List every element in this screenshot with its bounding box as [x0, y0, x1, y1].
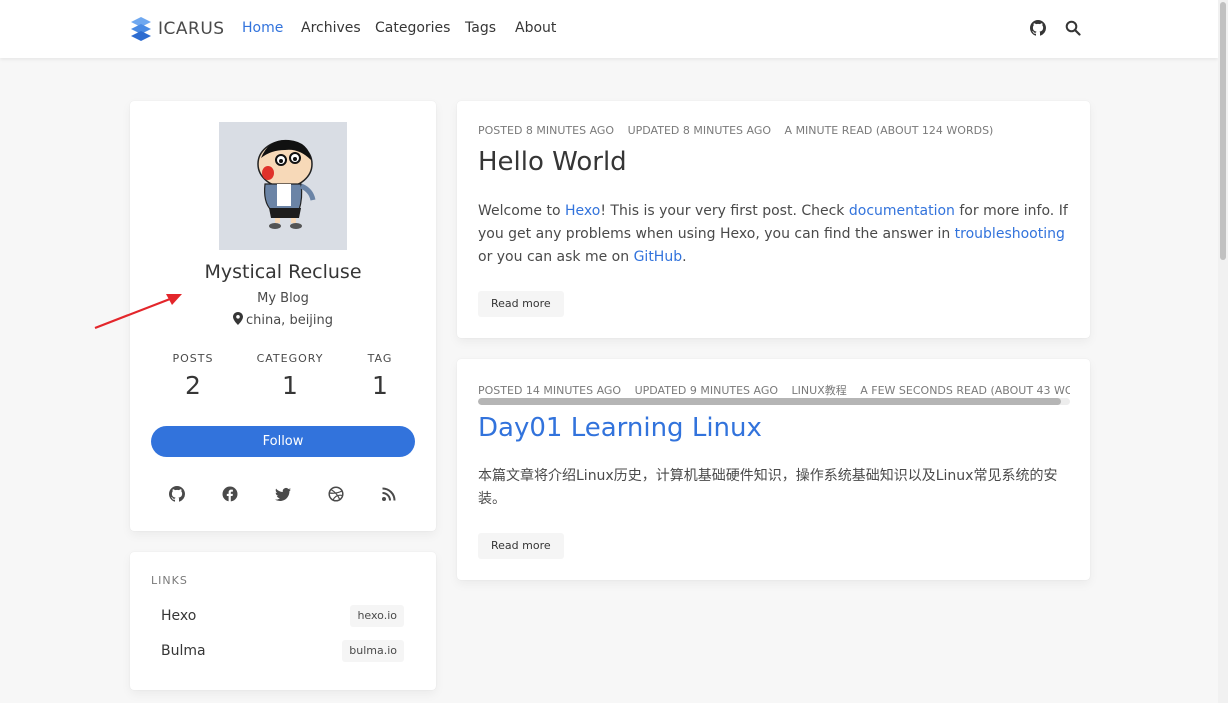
rss-icon[interactable]	[381, 486, 397, 502]
github-icon[interactable]	[1030, 20, 1046, 36]
stat-value: 1	[282, 371, 298, 400]
link-bulma[interactable]: Bulma	[161, 643, 206, 659]
annotation-arrow-icon	[94, 294, 182, 330]
profile-name: Mystical Recluse	[204, 261, 362, 283]
links-card: LINKS Hexo hexo.io Bulma bulma.io	[130, 552, 436, 690]
logo-icon	[131, 17, 151, 41]
post-title[interactable]: Day01 Learning Linux	[478, 413, 762, 443]
scrollbar-thumb[interactable]	[1220, 2, 1226, 260]
stat-label: TAG	[367, 352, 393, 365]
post-title[interactable]: Hello World	[478, 147, 627, 177]
meta-updated: UPDATED 9 MINUTES AGO	[634, 384, 779, 397]
location-text: china, beijing	[245, 313, 334, 328]
twitter-icon[interactable]	[275, 486, 291, 502]
meta-category[interactable]: LINUX教程	[792, 384, 847, 397]
links-title: LINKS	[151, 574, 188, 587]
excerpt-text: or you can ask me on	[478, 249, 634, 265]
excerpt-text: .	[682, 249, 687, 265]
stat-value: 1	[372, 371, 388, 400]
nav-about[interactable]: About	[515, 20, 556, 36]
reading-progress-fill	[478, 398, 1062, 405]
read-more-button[interactable]: Read more	[478, 291, 564, 317]
meta-read-time: A MINUTE READ (ABOUT 124 WORDS)	[784, 124, 994, 137]
top-navbar: ICARUS Home Archives Categories Tags Abo…	[0, 0, 1218, 58]
facebook-icon[interactable]	[222, 486, 238, 502]
nav-categories[interactable]: Categories	[375, 20, 450, 36]
link-url-tag[interactable]: bulma.io	[342, 640, 404, 662]
meta-posted: POSTED 8 MINUTES AGO	[478, 124, 615, 137]
map-marker-icon	[232, 312, 243, 325]
documentation-link[interactable]: documentation	[849, 203, 955, 219]
stat-posts[interactable]: POSTS 2	[148, 352, 238, 400]
nav-home[interactable]: Home	[242, 20, 283, 36]
post-meta: POSTED 14 MINUTES AGO UPDATED 9 MINUTES …	[478, 382, 1070, 398]
link-url-tag[interactable]: hexo.io	[350, 605, 404, 627]
follow-button[interactable]: Follow	[151, 426, 415, 457]
nav-archives[interactable]: Archives	[301, 20, 361, 36]
hexo-link[interactable]: Hexo	[565, 203, 600, 219]
github-link[interactable]: GitHub	[634, 249, 683, 265]
meta-updated: UPDATED 8 MINUTES AGO	[627, 124, 772, 137]
post-card: POSTED 8 MINUTES AGO UPDATED 8 MINUTES A…	[457, 101, 1090, 338]
search-icon[interactable]	[1065, 20, 1081, 36]
stat-label: POSTS	[172, 352, 214, 365]
site-logo[interactable]: ICARUS	[130, 16, 225, 42]
stat-category[interactable]: CATEGORY 1	[245, 352, 335, 400]
reading-progress-bar	[478, 398, 1070, 405]
stat-value: 2	[185, 371, 201, 400]
scrollbar[interactable]	[1218, 0, 1228, 703]
link-hexo[interactable]: Hexo	[161, 608, 196, 624]
troubleshooting-link[interactable]: troubleshooting	[955, 226, 1065, 242]
post-meta: POSTED 8 MINUTES AGO UPDATED 8 MINUTES A…	[478, 124, 1070, 137]
post-card: POSTED 14 MINUTES AGO UPDATED 9 MINUTES …	[457, 359, 1090, 580]
stat-label: CATEGORY	[256, 352, 324, 365]
excerpt-text: Welcome to	[478, 203, 565, 219]
read-more-button[interactable]: Read more	[478, 533, 564, 559]
avatar-image	[257, 139, 316, 229]
meta-read-time: A FEW SECONDS READ (ABOUT 43 WOR	[860, 384, 1070, 397]
dribbble-icon[interactable]	[328, 486, 344, 502]
meta-posted: POSTED 14 MINUTES AGO	[478, 384, 622, 397]
post-excerpt: 本篇文章将介绍Linux历史，计算机基础硬件知识，操作系统基础知识以及Linux…	[478, 468, 1058, 507]
avatar	[219, 122, 347, 250]
post-excerpt: Welcome to Hexo! This is your very first…	[478, 200, 1070, 269]
github-icon[interactable]	[169, 486, 185, 502]
logo-text: ICARUS	[158, 19, 225, 39]
nav-tags[interactable]: Tags	[465, 20, 496, 36]
stat-tag[interactable]: TAG 1	[335, 352, 425, 400]
excerpt-text: ! This is your very first post. Check	[600, 203, 849, 219]
